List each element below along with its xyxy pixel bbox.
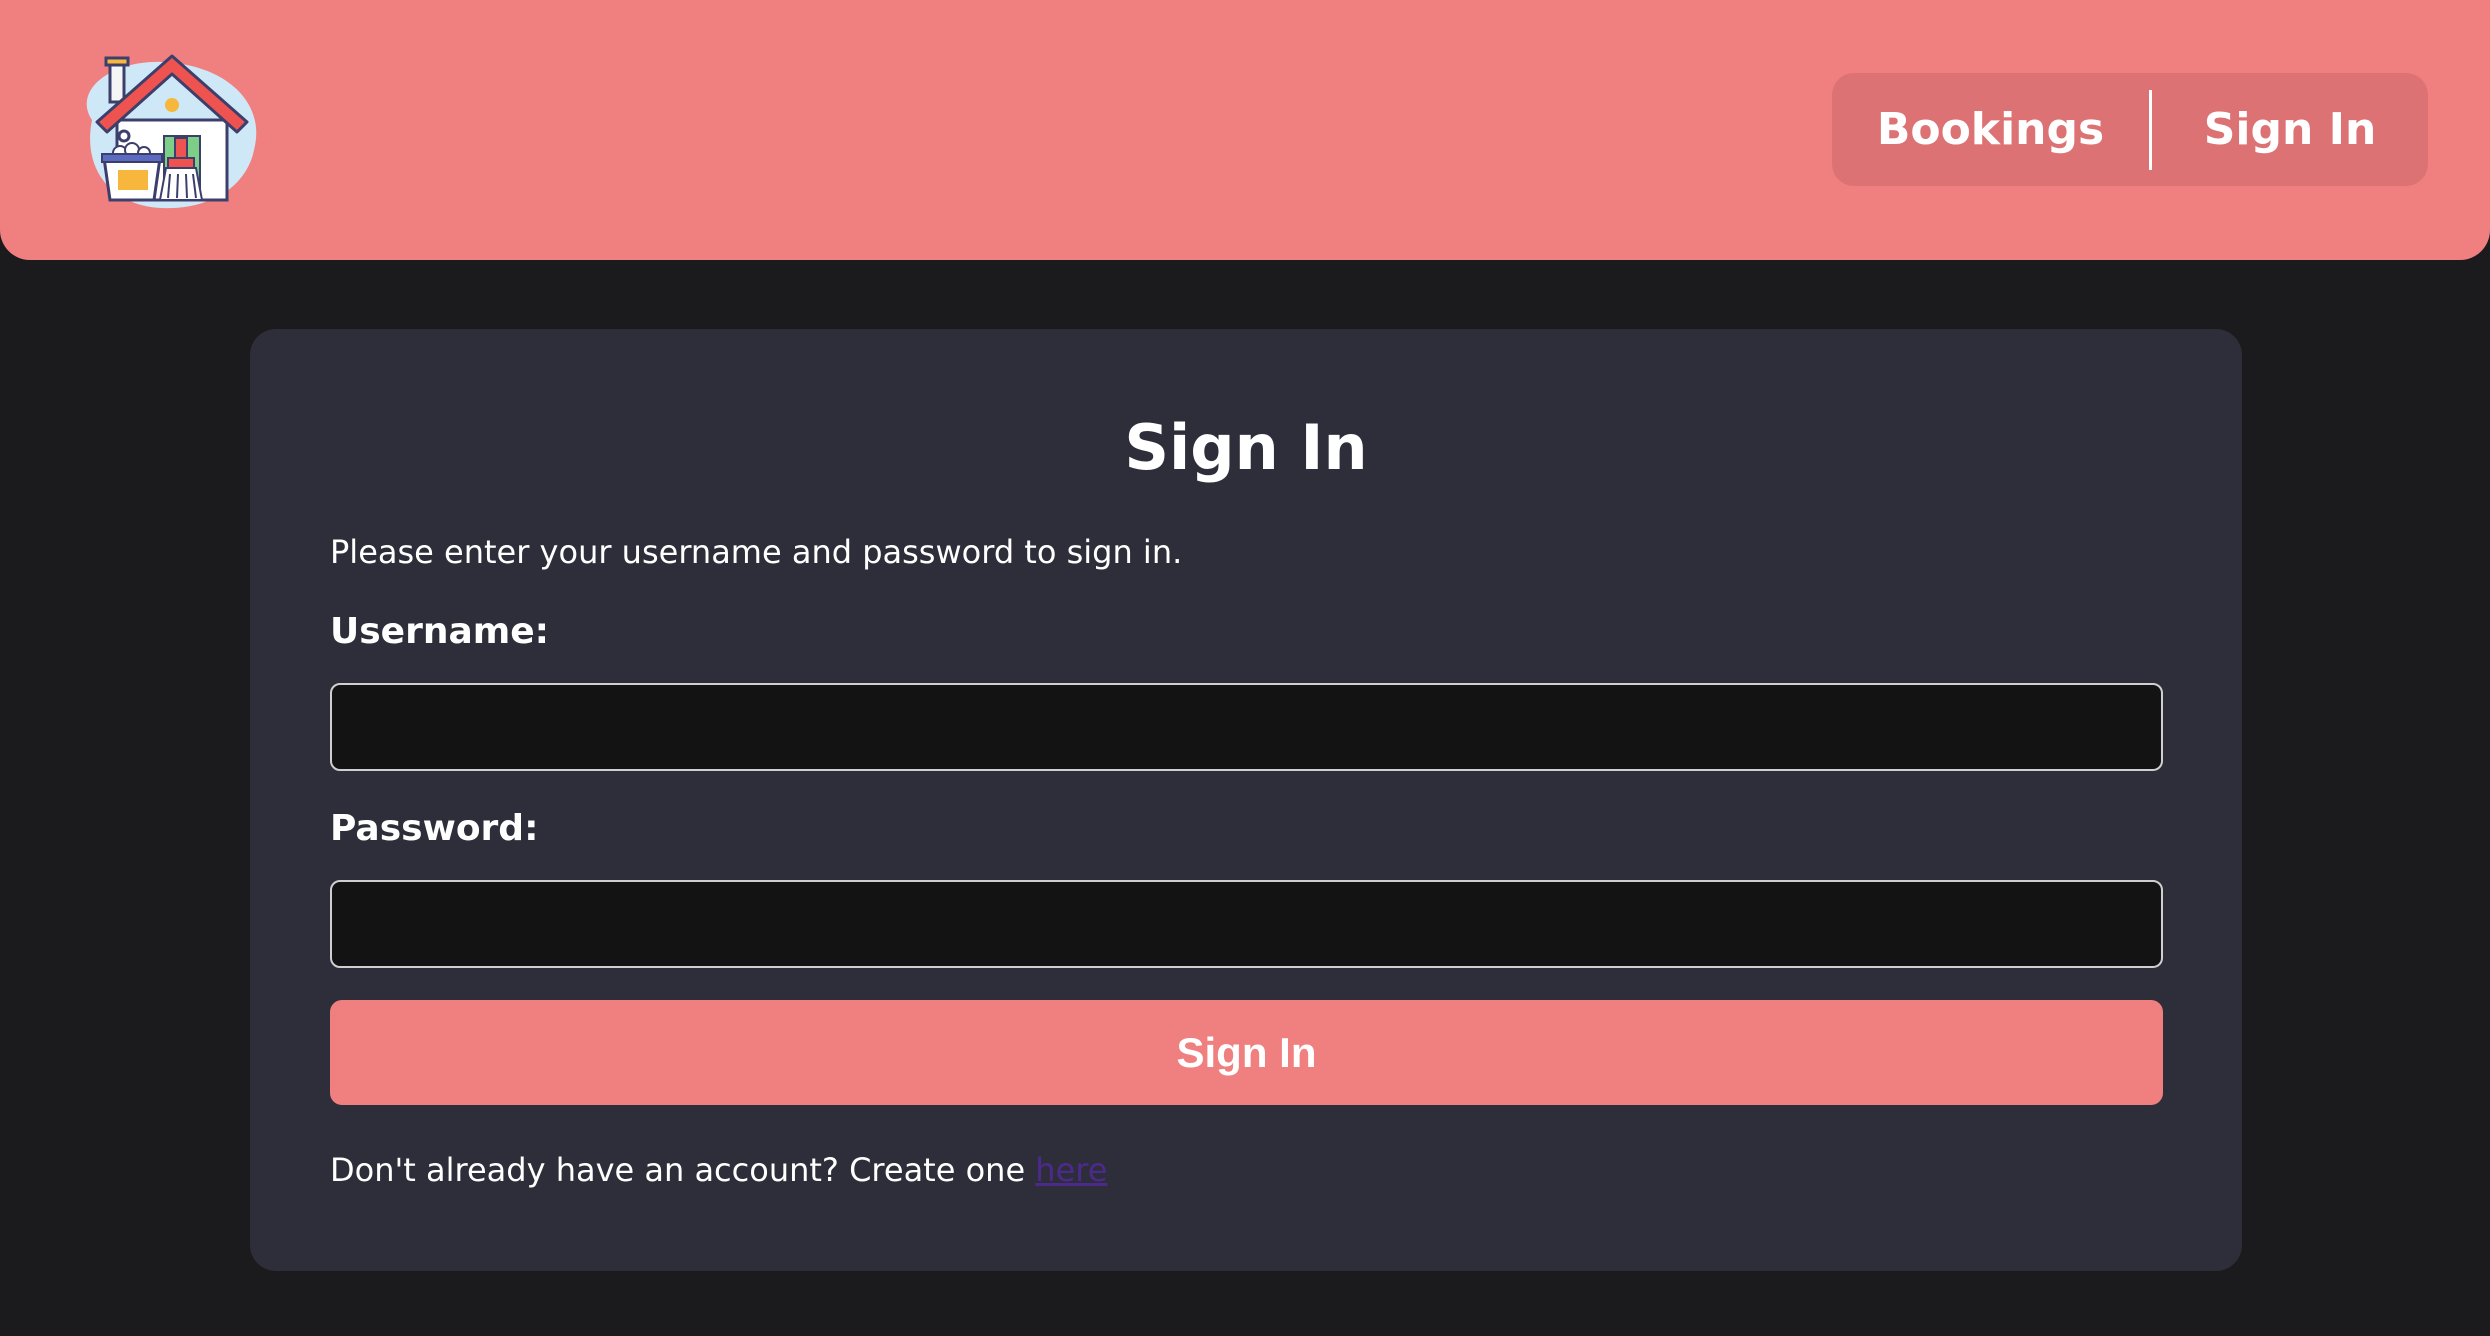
signin-card: Sign In Please enter your username and p… [250, 329, 2242, 1271]
nav-signin-link[interactable]: Sign In [2152, 73, 2428, 186]
username-field[interactable] [330, 683, 2163, 771]
site-header: Bookings Sign In [0, 0, 2490, 260]
password-label: Password: [330, 808, 539, 849]
create-account-link[interactable]: here [1035, 1151, 1107, 1189]
username-label: Username: [330, 611, 550, 652]
signin-submit-button[interactable]: Sign In [330, 1000, 2163, 1105]
create-account-text: Don't already have an account? Create on… [330, 1151, 1026, 1189]
page-title: Sign In [1124, 411, 1368, 484]
password-field[interactable] [330, 880, 2163, 968]
house-cleaning-logo-icon[interactable] [62, 50, 262, 210]
nav-bookings-link[interactable]: Bookings [1832, 73, 2149, 186]
signin-instructions: Please enter your username and password … [330, 533, 1183, 571]
main-nav: Bookings Sign In [1832, 73, 2428, 186]
create-account-prompt: Don't already have an account? Create on… [330, 1151, 1107, 1189]
